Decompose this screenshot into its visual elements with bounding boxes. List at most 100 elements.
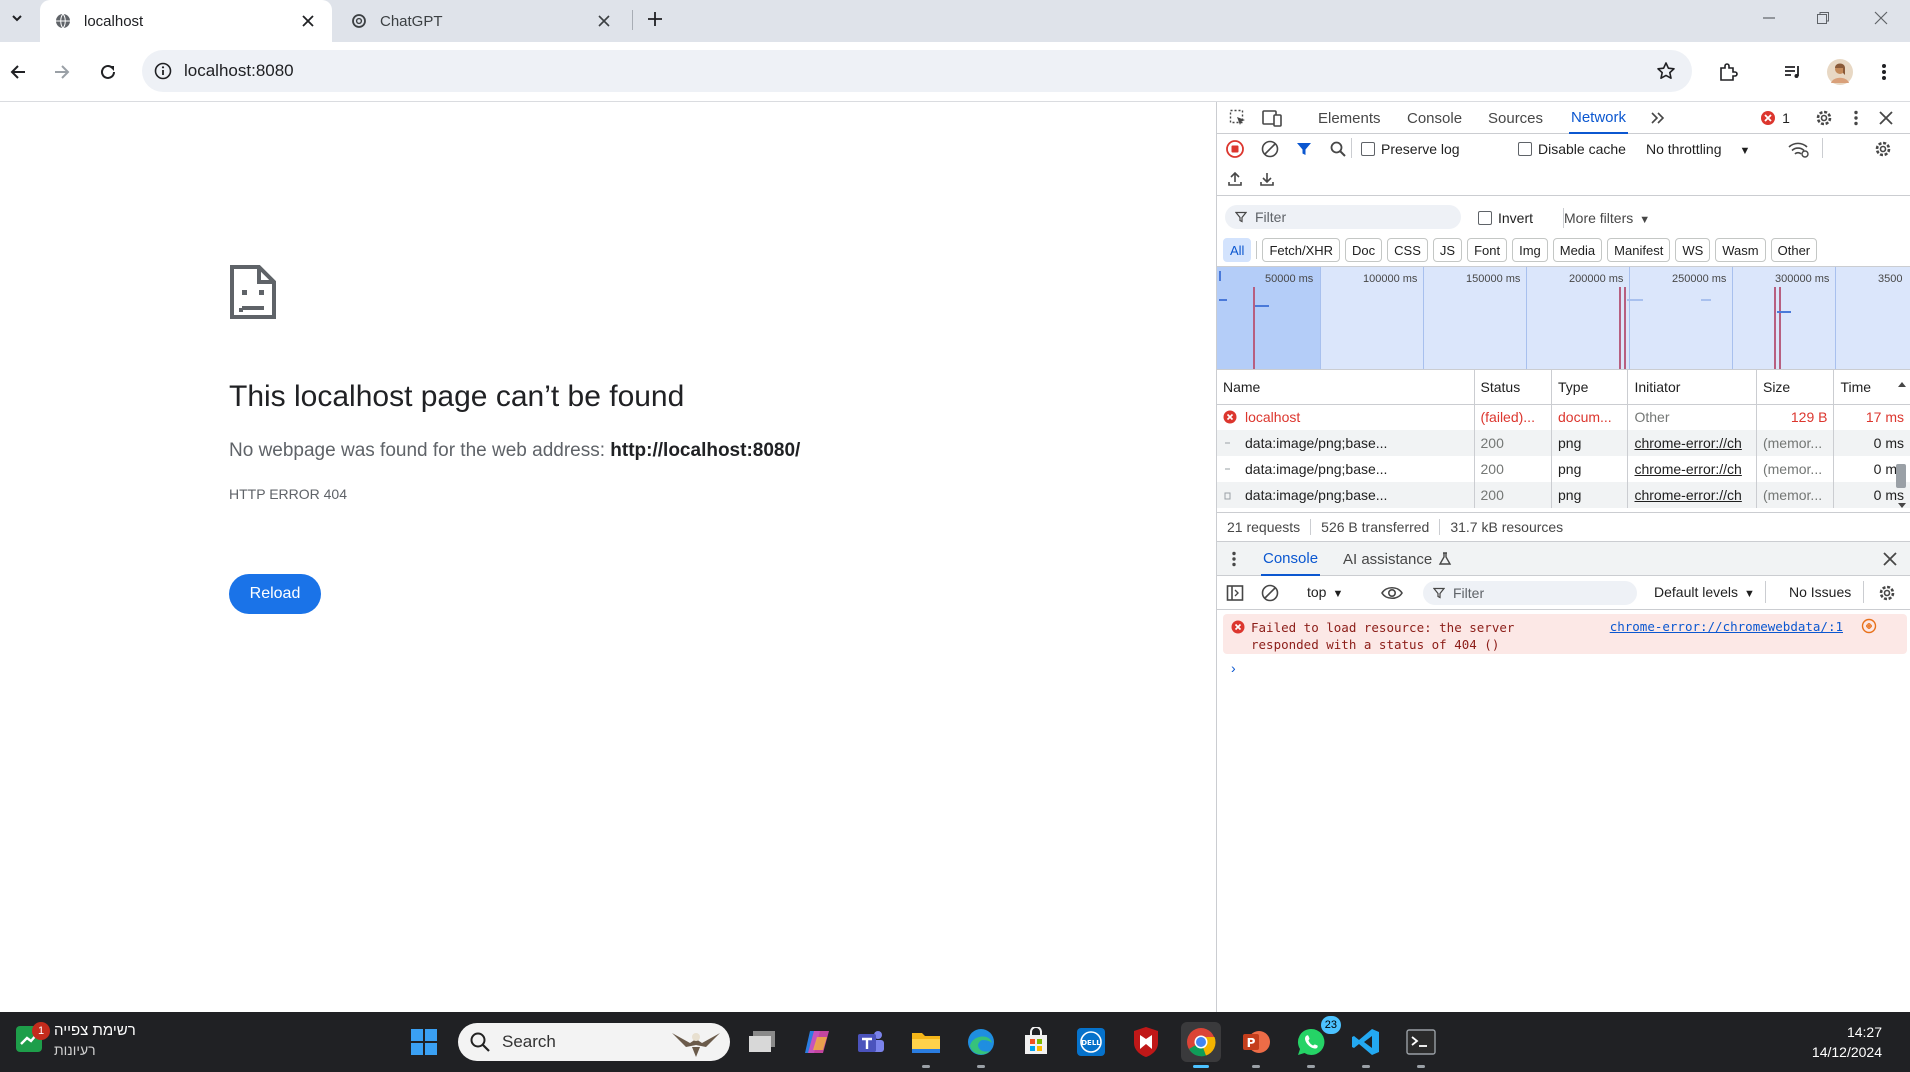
reload-button[interactable]: Reload: [229, 574, 321, 614]
console-prompt-chevron-icon[interactable]: ›: [1231, 660, 1236, 676]
tab-elements[interactable]: Elements: [1318, 102, 1381, 134]
request-initiator-link[interactable]: chrome-error://ch: [1627, 430, 1757, 456]
customize-menu-icon[interactable]: [1843, 105, 1869, 131]
address-bar[interactable]: localhost:8080: [142, 50, 1692, 92]
filter-chip[interactable]: Fetch/XHR: [1262, 238, 1341, 262]
filter-chip[interactable]: Wasm: [1715, 238, 1766, 262]
tab-localhost[interactable]: localhost: [40, 0, 332, 42]
ai-explain-icon[interactable]: [1861, 618, 1877, 634]
disable-cache-checkbox[interactable]: Disable cache: [1518, 141, 1626, 157]
close-tab-icon[interactable]: [592, 9, 616, 33]
teams-button[interactable]: [851, 1022, 891, 1062]
filter-chip[interactable]: CSS: [1387, 238, 1428, 262]
task-view-button[interactable]: [742, 1022, 782, 1062]
filter-chip[interactable]: All: [1223, 238, 1252, 262]
table-row[interactable]: data:image/png;base... 200 png chrome-er…: [1217, 430, 1910, 456]
extensions-button[interactable]: [1710, 54, 1746, 90]
bookmark-star-icon[interactable]: [1650, 55, 1682, 87]
restore-button[interactable]: [1796, 0, 1850, 36]
close-drawer-icon[interactable]: [1877, 546, 1903, 572]
request-initiator-link[interactable]: chrome-error://ch: [1627, 456, 1757, 482]
table-row[interactable]: data:image/png;base... 200 png chrome-er…: [1217, 482, 1910, 508]
network-overview-timeline[interactable]: 50000 ms 100000 ms 150000 ms 200000 ms 2…: [1217, 266, 1910, 370]
request-initiator-link[interactable]: chrome-error://ch: [1627, 482, 1757, 508]
chrome-button[interactable]: [1181, 1022, 1221, 1068]
more-tabs-icon[interactable]: [1645, 105, 1671, 131]
clear-icon[interactable]: [1257, 136, 1283, 162]
back-button[interactable]: [0, 54, 36, 90]
taskbar-search[interactable]: Search: [458, 1023, 730, 1061]
filter-chip[interactable]: Font: [1467, 238, 1508, 262]
start-button[interactable]: [404, 1022, 444, 1062]
whatsapp-button[interactable]: 23: [1291, 1016, 1341, 1068]
console-filter-input[interactable]: Filter: [1423, 581, 1637, 605]
edge-button[interactable]: [961, 1022, 1001, 1068]
close-tab-icon[interactable]: [296, 9, 320, 33]
filter-chip[interactable]: WS: [1675, 238, 1711, 262]
tab-console[interactable]: Console: [1407, 102, 1462, 134]
tab-sources[interactable]: Sources: [1488, 102, 1543, 134]
network-conditions-icon[interactable]: [1786, 136, 1812, 162]
network-filter-input[interactable]: Filter: [1225, 205, 1461, 229]
powerpoint-button[interactable]: P: [1236, 1022, 1276, 1068]
context-selector[interactable]: top ▼: [1307, 584, 1343, 600]
filter-chip[interactable]: Manifest: [1607, 238, 1671, 262]
scroll-down-icon[interactable]: [1897, 502, 1907, 510]
vscode-button[interactable]: [1346, 1022, 1386, 1068]
request-name-cell[interactable]: data:image/png;base...: [1217, 482, 1475, 508]
reload-toolbar-button[interactable]: [90, 54, 126, 90]
error-counter[interactable]: 1: [1753, 105, 1797, 131]
site-info-icon[interactable]: [142, 50, 184, 92]
filter-chip[interactable]: Doc: [1345, 238, 1383, 262]
terminal-button[interactable]: [1401, 1022, 1441, 1068]
inspect-element-icon[interactable]: [1225, 105, 1251, 131]
scroll-up-icon[interactable]: [1897, 380, 1907, 388]
filter-chip[interactable]: Other: [1770, 238, 1818, 262]
error-source-link[interactable]: chrome-error://chromewebdata/:1: [1610, 619, 1843, 634]
profile-avatar[interactable]: [1822, 54, 1858, 90]
filter-chip[interactable]: JS: [1432, 238, 1463, 262]
search-icon[interactable]: [1325, 136, 1351, 162]
drawer-menu-icon[interactable]: [1221, 546, 1247, 572]
forward-button[interactable]: [44, 54, 80, 90]
close-devtools-icon[interactable]: [1873, 105, 1899, 131]
tab-search-button[interactable]: [4, 5, 30, 31]
device-toolbar-icon[interactable]: [1259, 105, 1285, 131]
more-filters-dropdown[interactable]: More filters ▼: [1564, 210, 1650, 226]
console-settings-icon[interactable]: [1874, 580, 1900, 606]
file-explorer-button[interactable]: [906, 1022, 946, 1068]
media-controls-button[interactable]: [1775, 54, 1811, 90]
filter-chip[interactable]: Img: [1512, 238, 1548, 262]
settings-gear-icon[interactable]: [1811, 105, 1837, 131]
dell-button[interactable]: DELL: [1071, 1022, 1111, 1062]
table-scrollbar[interactable]: [1896, 380, 1908, 510]
microsoft-store-button[interactable]: [1016, 1022, 1056, 1062]
chrome-menu-button[interactable]: [1866, 54, 1902, 90]
column-header-type[interactable]: Type: [1551, 370, 1629, 405]
tab-chatgpt[interactable]: ChatGPT: [336, 0, 628, 42]
mcafee-button[interactable]: [1126, 1022, 1166, 1062]
column-header-size[interactable]: Size: [1756, 370, 1835, 405]
invert-checkbox[interactable]: Invert: [1478, 210, 1533, 226]
column-header-name[interactable]: Name: [1217, 370, 1475, 405]
preserve-log-checkbox[interactable]: Preserve log: [1361, 141, 1460, 157]
request-name-cell[interactable]: data:image/png;base...: [1217, 430, 1475, 456]
import-har-icon[interactable]: [1222, 166, 1248, 192]
scroll-thumb[interactable]: [1896, 464, 1906, 488]
filter-chip[interactable]: Media: [1552, 238, 1603, 262]
export-har-icon[interactable]: [1254, 166, 1280, 192]
request-name-cell[interactable]: localhost: [1217, 404, 1475, 430]
filter-funnel-icon[interactable]: [1291, 136, 1317, 162]
network-settings-icon[interactable]: [1870, 136, 1896, 162]
issues-link[interactable]: No Issues: [1789, 584, 1851, 600]
record-stop-icon[interactable]: [1222, 136, 1248, 162]
console-error-message[interactable]: Failed to load resource: the server resp…: [1223, 614, 1907, 654]
request-name-cell[interactable]: data:image/png;base...: [1217, 456, 1475, 482]
table-row[interactable]: data:image/png;base... 200 png chrome-er…: [1217, 456, 1910, 482]
minimize-button[interactable]: [1742, 0, 1796, 36]
drawer-tab-console[interactable]: Console: [1261, 542, 1321, 576]
table-row[interactable]: localhost (failed)... docum... Other 129…: [1217, 404, 1910, 430]
live-expression-eye-icon[interactable]: [1377, 580, 1407, 606]
new-tab-button[interactable]: [641, 5, 669, 33]
sidebar-toggle-icon[interactable]: [1222, 580, 1248, 606]
